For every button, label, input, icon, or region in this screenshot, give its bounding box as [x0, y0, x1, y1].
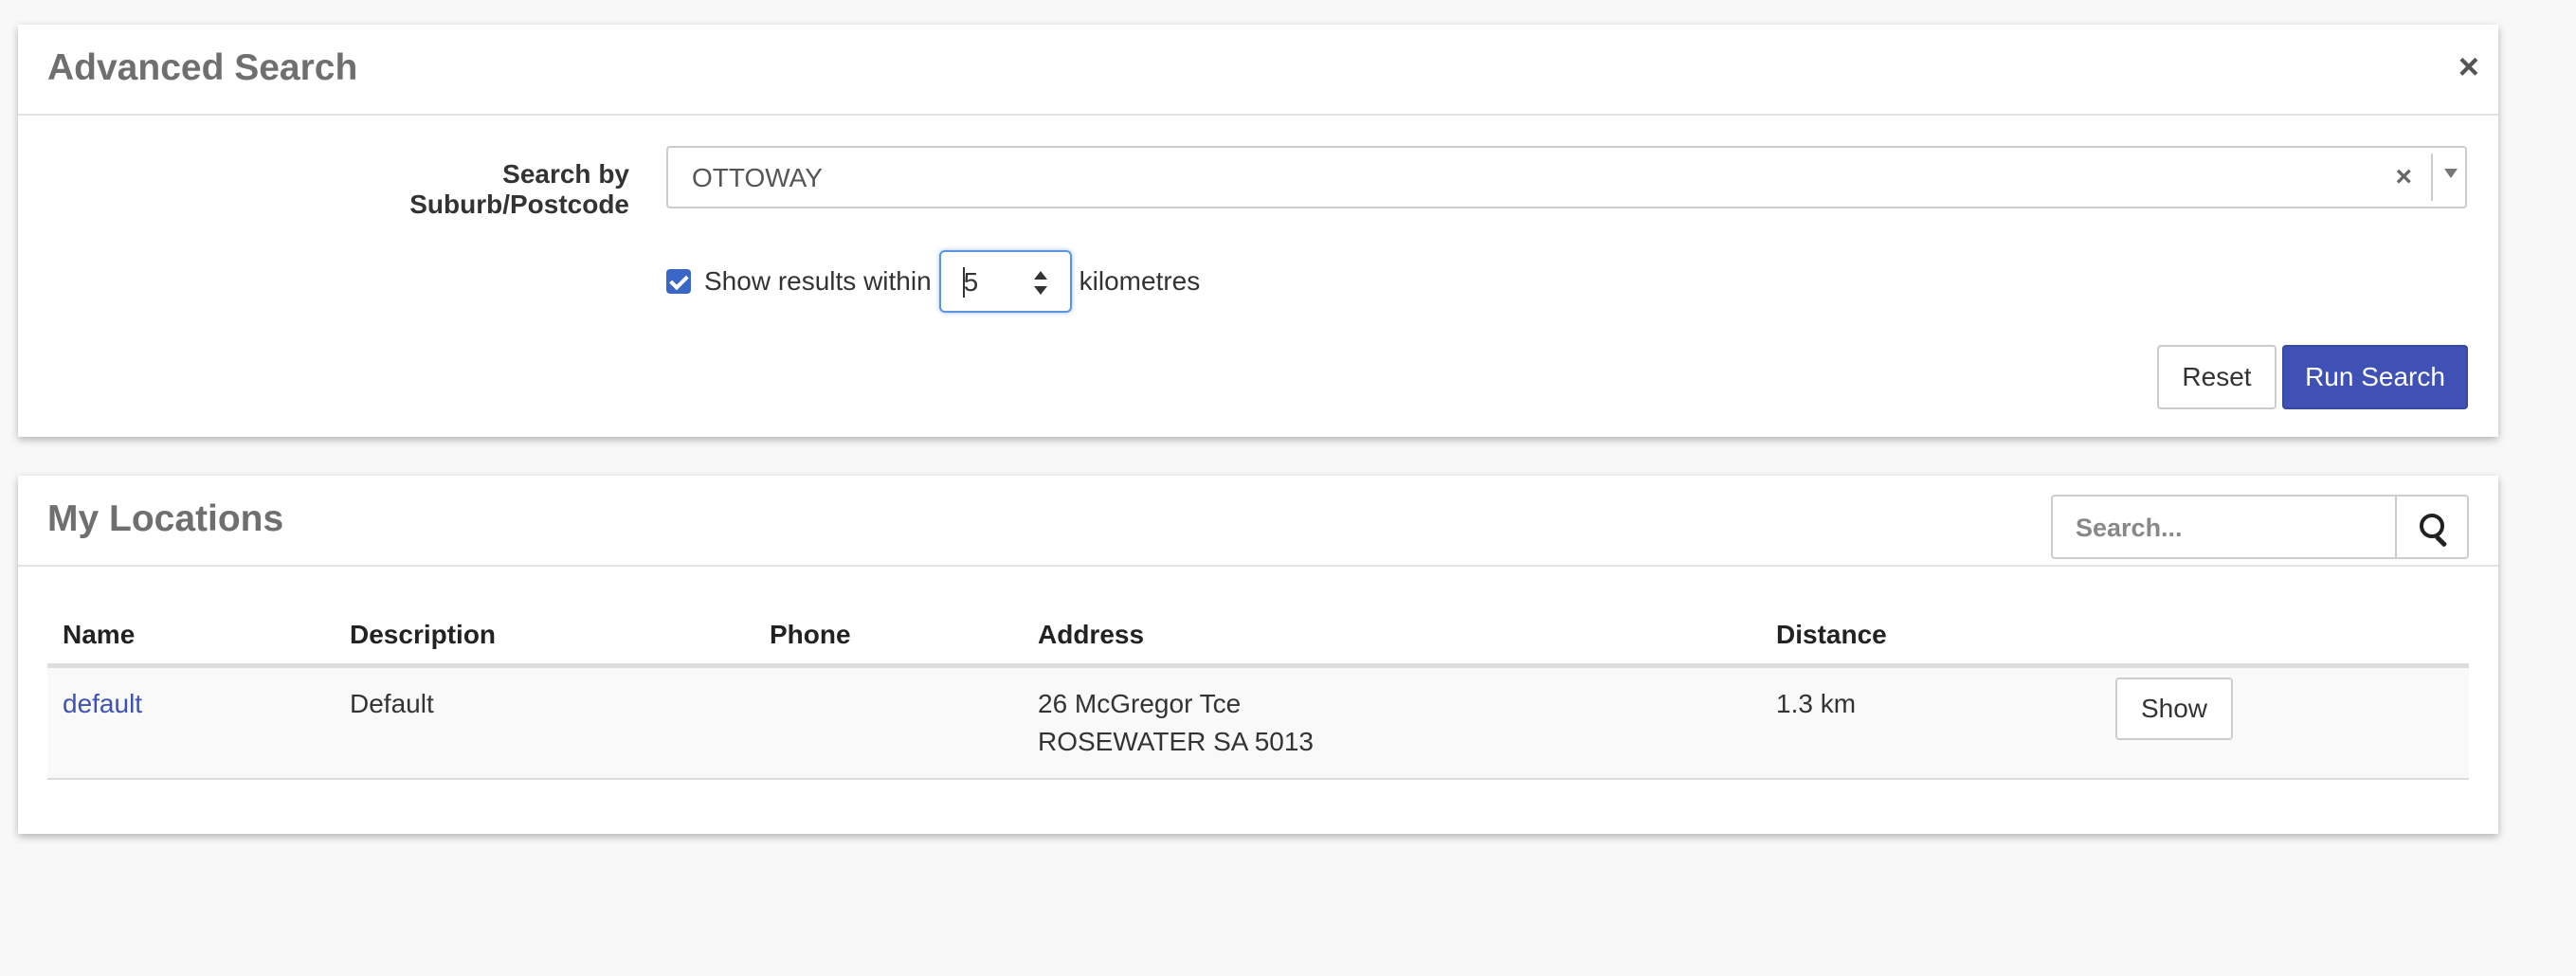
run-search-button[interactable]: Run Search	[2282, 345, 2468, 409]
column-header-phone[interactable]: Phone	[754, 605, 1023, 668]
cell-distance: 1.3 km	[1761, 665, 2100, 780]
advanced-search-title: Advanced Search	[47, 47, 358, 88]
search-placeholder: Search...	[2076, 514, 2183, 542]
advanced-search-header: Advanced Search ×	[18, 25, 2498, 116]
suburb-postcode-select[interactable]: OTTOWAY ×	[666, 146, 2467, 208]
column-header-address[interactable]: Address	[1023, 605, 1761, 668]
my-locations-panel: My Locations Search... Name Description …	[18, 476, 2498, 834]
locations-search-input[interactable]: Search...	[2051, 495, 2397, 559]
kilometres-label: kilometres	[1079, 266, 1201, 296]
column-header-name[interactable]: Name	[47, 605, 335, 668]
select-separator	[2431, 154, 2433, 201]
clear-selection-icon[interactable]: ×	[2395, 161, 2412, 193]
spin-down-icon[interactable]	[1033, 286, 1047, 295]
distance-filter-row: Show results within 5 kilometres	[666, 250, 1200, 313]
column-header-actions	[2100, 605, 2469, 668]
cell-phone	[754, 665, 1023, 780]
advanced-search-panel: Advanced Search × Search by Suburb/Postc…	[18, 25, 2498, 437]
distance-number-input[interactable]: 5	[938, 250, 1072, 313]
suburb-selected-value: OTTOWAY	[692, 163, 823, 192]
address-line-2: ROSEWATER SA 5013	[1038, 727, 1314, 756]
show-results-within-checkbox[interactable]	[666, 269, 691, 294]
table-row: default Default 26 McGregor Tce ROSEWATE…	[47, 665, 2469, 780]
reset-button[interactable]: Reset	[2157, 345, 2277, 409]
search-icon	[2420, 514, 2444, 538]
close-icon[interactable]: ×	[2458, 49, 2479, 85]
my-locations-title: My Locations	[47, 498, 284, 539]
cell-name: default	[47, 665, 335, 780]
search-button[interactable]	[2395, 495, 2469, 559]
text-caret	[962, 267, 965, 298]
my-locations-header: My Locations Search...	[18, 476, 2498, 567]
show-results-within-label: Show results within	[704, 266, 932, 296]
suburb-postcode-label: Search by Suburb/Postcode	[409, 159, 629, 219]
dropdown-arrow-icon[interactable]	[2444, 169, 2458, 178]
address-line-1: 26 McGregor Tce	[1038, 689, 1242, 718]
distance-value: 5	[963, 267, 979, 297]
locations-table: Name Description Phone Address Distance …	[47, 605, 2469, 780]
spin-up-icon[interactable]	[1033, 271, 1047, 280]
column-header-description[interactable]: Description	[335, 605, 754, 668]
search-icon-handle	[2434, 534, 2448, 548]
show-location-button[interactable]: Show	[2115, 678, 2233, 740]
cell-actions: Show	[2100, 665, 2469, 780]
cell-description: Default	[335, 665, 754, 780]
table-header-row: Name Description Phone Address Distance	[47, 605, 2469, 668]
cell-address: 26 McGregor Tce ROSEWATER SA 5013	[1023, 665, 1761, 780]
location-name-link[interactable]: default	[63, 689, 142, 718]
column-header-distance[interactable]: Distance	[1761, 605, 2100, 668]
